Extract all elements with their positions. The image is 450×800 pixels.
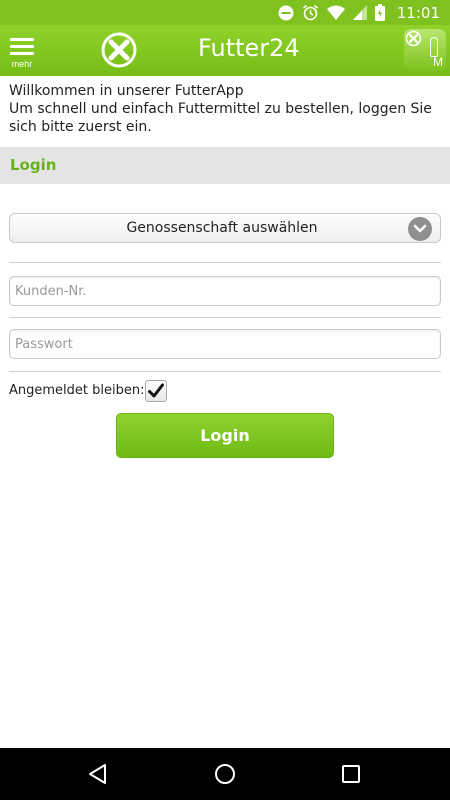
remember-checkbox[interactable] [145, 380, 167, 402]
app-logo-icon [100, 31, 138, 69]
bulb-icon [430, 37, 438, 57]
hamburger-icon [10, 38, 34, 41]
close-icon [405, 30, 422, 52]
wifi-icon [326, 5, 345, 20]
clock-time: 11:01 [396, 3, 440, 22]
navigation-bar [0, 748, 450, 800]
password-field[interactable] [9, 329, 441, 359]
corner-letter: M [433, 55, 443, 69]
alarm-icon [302, 4, 319, 21]
account-button[interactable]: M [404, 29, 446, 71]
cooperative-select[interactable]: Genossenschaft auswählen [9, 213, 441, 243]
login-section-header: Login [0, 147, 450, 184]
divider [9, 317, 441, 318]
app-screen: 11:01 mehr Futter24 M Willkommen in unse… [0, 0, 450, 800]
login-button[interactable]: Login [116, 413, 334, 458]
status-bar: 11:01 [0, 0, 450, 25]
divider [9, 262, 441, 263]
intro-welcome: Willkommen in unserer FutterApp [9, 83, 244, 99]
menu-label: mehr [11, 59, 33, 69]
battery-icon [374, 4, 385, 21]
recents-icon[interactable] [339, 762, 363, 786]
app-title: Futter24 [198, 34, 300, 62]
dnd-icon [278, 5, 294, 21]
intro-text: Willkommen in unserer FutterApp Um schne… [9, 82, 439, 136]
menu-button[interactable]: mehr [9, 38, 35, 69]
remember-label: Angemeldet bleiben: [9, 383, 145, 398]
app-header: mehr Futter24 M [0, 25, 450, 76]
signal-icon [352, 5, 367, 20]
checkmark-icon [148, 383, 164, 398]
intro-instructions: Um schnell und einfach Futtermittel zu b… [9, 101, 432, 135]
divider [9, 371, 441, 372]
customer-number-field[interactable] [9, 276, 441, 306]
select-value: Genossenschaft auswählen [126, 220, 318, 236]
chevron-down-icon [408, 217, 432, 241]
home-icon[interactable] [213, 762, 237, 786]
back-icon[interactable] [86, 762, 110, 786]
section-title: Login [10, 156, 57, 174]
